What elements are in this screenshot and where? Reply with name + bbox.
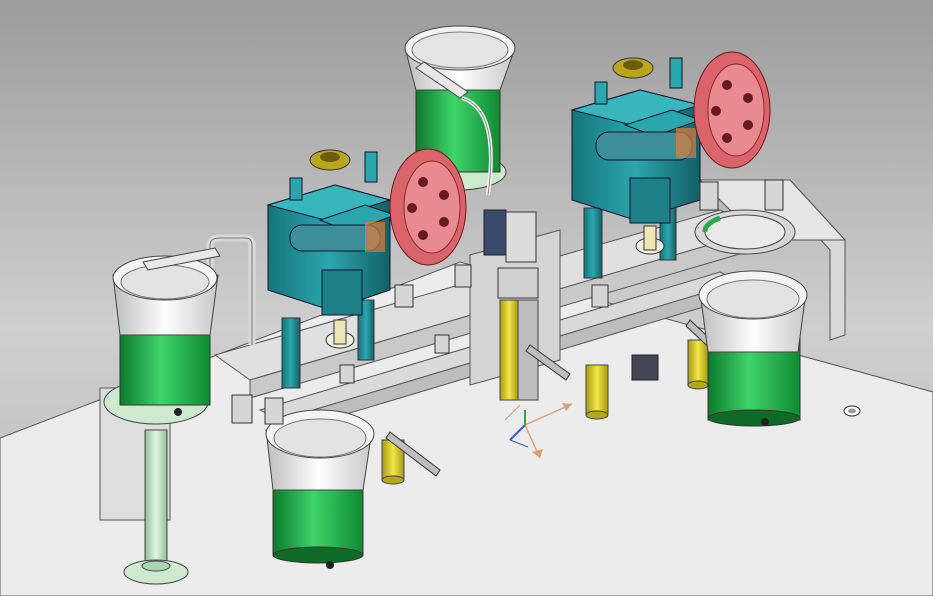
cad-viewport[interactable] <box>0 0 933 596</box>
left-flywheel <box>389 148 467 266</box>
front-right-bowl-feeder <box>698 270 808 427</box>
assembly-model[interactable] <box>0 0 933 596</box>
right-flywheel <box>693 51 771 169</box>
front-center-bowl-feeder <box>265 409 375 569</box>
rear-right-feeder-ring <box>694 209 796 255</box>
